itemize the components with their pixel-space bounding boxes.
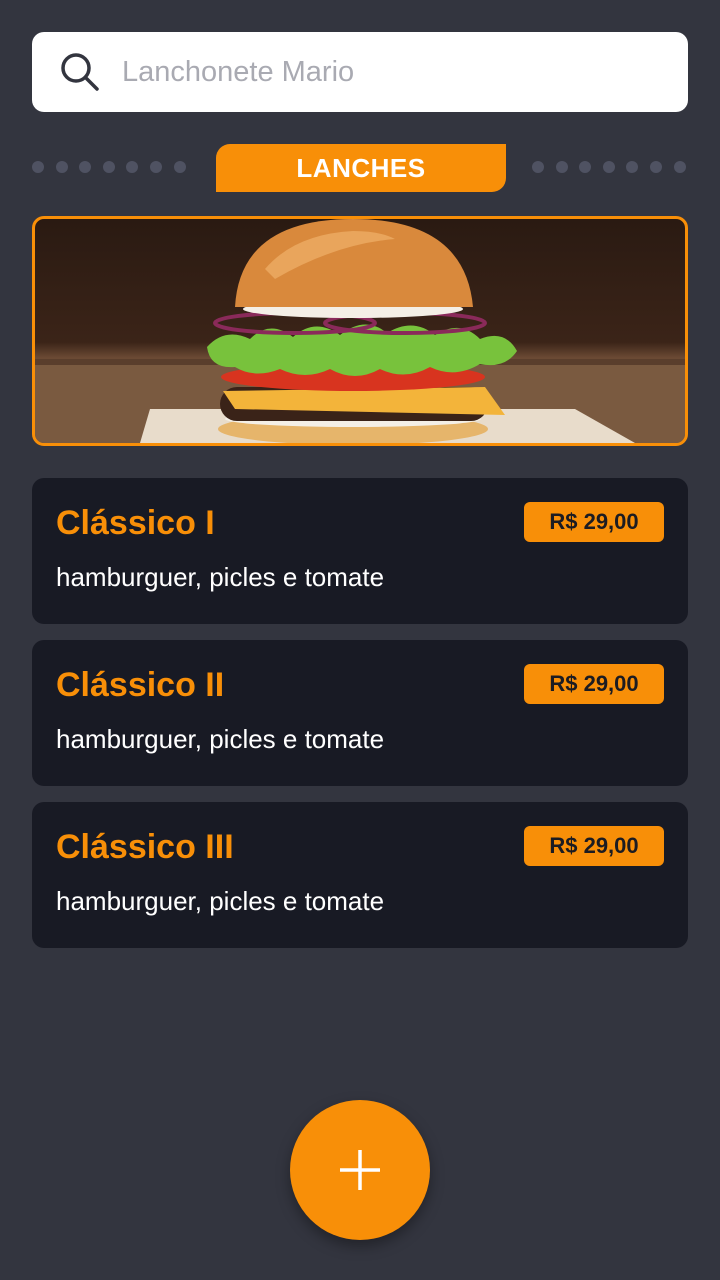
- item-price-badge: R$ 29,00: [524, 826, 664, 866]
- burger-illustration: [35, 219, 685, 443]
- item-price-badge: R$ 29,00: [524, 502, 664, 542]
- item-description: hamburguer, picles e tomate: [56, 724, 385, 754]
- menu-item-card[interactable]: Clássico I hamburguer, picles e tomate R…: [32, 478, 688, 624]
- item-description: hamburguer, picles e tomate: [56, 562, 385, 592]
- search-bar[interactable]: [32, 32, 688, 112]
- plus-icon: [340, 1150, 380, 1190]
- search-icon: [61, 53, 99, 91]
- menu-item-card[interactable]: Clássico II hamburguer, picles e tomate …: [32, 640, 688, 786]
- menu-item-card[interactable]: Clássico III hamburguer, picles e tomate…: [32, 802, 688, 948]
- item-price-badge: R$ 29,00: [524, 664, 664, 704]
- add-item-button[interactable]: [290, 1100, 430, 1240]
- item-name: Clássico I: [56, 504, 215, 542]
- item-name: Clássico III: [56, 828, 234, 866]
- tab-lanches[interactable]: LANCHES: [216, 144, 506, 192]
- tab-dots-right: [532, 161, 686, 173]
- search-input[interactable]: [120, 54, 644, 90]
- item-description: hamburguer, picles e tomate: [56, 886, 385, 916]
- category-banner-image: [32, 216, 688, 446]
- item-name: Clássico II: [56, 666, 225, 704]
- tab-dots-left: [32, 161, 186, 173]
